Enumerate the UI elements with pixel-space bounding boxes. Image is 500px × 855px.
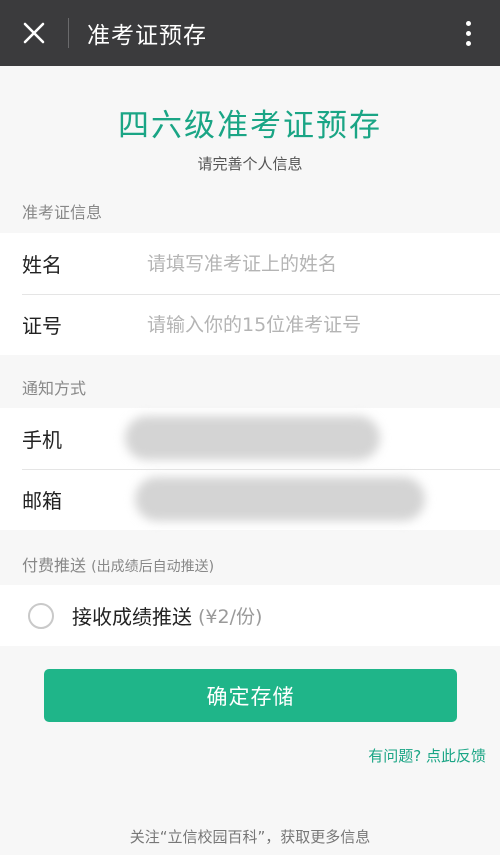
notify-group: 手机 邮箱 [0,408,500,530]
hero-subtitle: 请完善个人信息 [197,155,303,173]
email-row: 邮箱 [0,469,500,530]
push-option-row[interactable]: 接收成绩推送 (¥2/份) [0,585,500,646]
paid-push-group: 接收成绩推送 (¥2/份) [0,585,500,646]
section-label-paid-push: 付费推送 (出成绩后自动推送) [22,552,214,576]
feedback-link[interactable]: 有问题? 点此反馈 [368,745,486,766]
id-label: 证号 [22,314,62,338]
push-option-label: 接收成绩推送 [72,605,192,629]
name-row: 姓名 [0,233,500,294]
phone-row: 手机 [0,408,500,469]
ticket-info-group: 姓名 证号 [0,233,500,355]
title-bar: 准考证预存 [0,0,500,66]
more-menu-button[interactable] [448,0,488,66]
push-option-price: (¥2/份) [198,606,263,628]
id-row: 证号 [0,294,500,355]
confirm-save-button[interactable]: 确定存储 [44,669,457,722]
close-button[interactable] [0,0,68,66]
footer-text: 关注“立信校园百科”，获取更多信息 [129,828,371,846]
title-divider [68,18,69,48]
redaction-mark [125,416,380,460]
more-dot-icon [465,30,471,36]
hero: 四六级准考证预存 请完善个人信息 [0,100,500,174]
email-label: 邮箱 [22,489,62,513]
redaction-mark [135,477,425,521]
close-icon [23,22,45,44]
phone-label: 手机 [22,428,62,452]
page-title: 准考证预存 [87,23,207,49]
ticket-number-input[interactable] [145,312,500,337]
hero-title: 四六级准考证预存 [118,108,382,144]
more-dot-icon [465,40,471,46]
paid-push-note: (出成绩后自动推送) [91,559,215,575]
section-label-notify: 通知方式 [22,379,87,398]
push-option-radio[interactable] [28,602,54,629]
section-label-ticket-info: 准考证信息 [22,203,103,222]
paid-push-label: 付费推送 [22,556,87,575]
more-dot-icon [465,20,471,26]
name-input[interactable] [145,251,500,276]
name-label: 姓名 [22,253,62,277]
